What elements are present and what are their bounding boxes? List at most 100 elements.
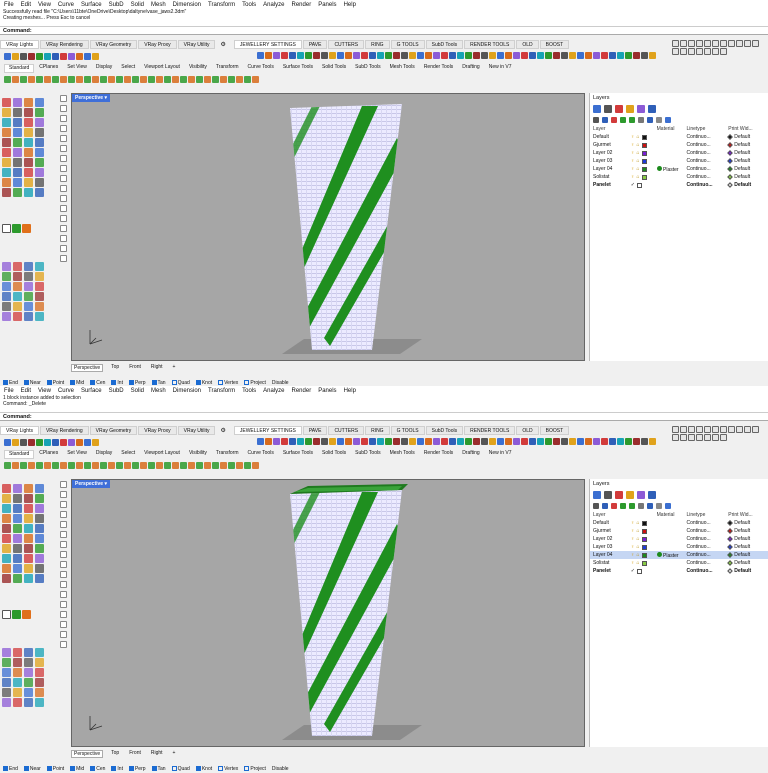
- standard-tool-icon[interactable]: [212, 461, 219, 469]
- curve-tool-icon[interactable]: [60, 561, 67, 568]
- viewport-tab[interactable]: Perspective: [71, 364, 104, 372]
- standard-tool-icon[interactable]: [148, 75, 155, 83]
- layer-name[interactable]: Layer 03: [593, 544, 631, 550]
- jewellery-tool-icon[interactable]: [377, 51, 384, 59]
- osnap-toggle[interactable]: Project: [244, 380, 266, 386]
- jewellery-tool-icon[interactable]: [345, 437, 352, 445]
- left-tool-icon[interactable]: [35, 668, 44, 677]
- layer-tool-icon[interactable]: [647, 503, 653, 509]
- viewport-tab[interactable]: Front: [127, 364, 143, 372]
- plugin-tab[interactable]: OLD: [516, 425, 539, 435]
- jewellery-tool-icon[interactable]: [625, 51, 632, 59]
- osnap-toggle[interactable]: Cen: [90, 766, 105, 772]
- layer-material[interactable]: Plaster: [656, 551, 687, 559]
- curve-tool-icon[interactable]: [60, 105, 67, 112]
- left-tool-icon[interactable]: [2, 564, 11, 573]
- curve-tool-icon[interactable]: [60, 571, 67, 578]
- checkbox-icon[interactable]: [195, 766, 201, 771]
- left-tool-icon[interactable]: [2, 688, 11, 697]
- standard-tool-icon[interactable]: [196, 75, 203, 83]
- menu-item[interactable]: Mesh: [151, 388, 166, 394]
- toolbar-tab[interactable]: VRay Geometry: [89, 425, 138, 435]
- standard-tool-icon[interactable]: [116, 75, 123, 83]
- plugin-tab[interactable]: RENDER TOOLS: [464, 425, 516, 435]
- layer-print-width[interactable]: Default: [727, 134, 768, 140]
- bulb-icon[interactable]: ♀: [631, 174, 635, 180]
- left-tool-icon[interactable]: [13, 98, 22, 107]
- curve-tool-icon[interactable]: [60, 631, 67, 638]
- add-viewport-icon[interactable]: +: [171, 364, 178, 372]
- checkbox-icon[interactable]: [90, 380, 96, 385]
- standard-tool-icon[interactable]: [148, 461, 155, 469]
- tool-tab[interactable]: Visibility: [185, 450, 211, 459]
- left-tool-icon[interactable]: [35, 128, 44, 137]
- left-tool-icon[interactable]: [35, 678, 44, 687]
- left-tool-icon[interactable]: [24, 524, 33, 533]
- menu-item[interactable]: Help: [344, 2, 356, 8]
- layer-print-width[interactable]: Default: [727, 166, 768, 172]
- jewellery-tool-icon[interactable]: [433, 437, 440, 445]
- jewellery-tool-icon[interactable]: [553, 437, 560, 445]
- left-tool-icon[interactable]: [13, 574, 22, 583]
- osnap-toggle[interactable]: Knot: [195, 766, 212, 772]
- osnap-toggle[interactable]: Quad: [171, 766, 190, 772]
- layer-row[interactable]: Solistat ♀ ⌂ Continuo... Default: [590, 559, 768, 567]
- vray-tool-icon[interactable]: [12, 52, 19, 60]
- layer-linetype[interactable]: Continuo...: [686, 552, 728, 558]
- jewellery-tool-icon[interactable]: [273, 437, 280, 445]
- jewellery-tool-icon[interactable]: [649, 51, 656, 59]
- jewellery-tool-icon[interactable]: [497, 51, 504, 59]
- layer-name[interactable]: Layer 02: [593, 150, 631, 156]
- left-tool-icon[interactable]: [24, 494, 33, 503]
- left-tool-icon[interactable]: [35, 272, 44, 281]
- left-tool-icon[interactable]: [35, 302, 44, 311]
- curve-tool-icon[interactable]: [60, 521, 67, 528]
- left-tool-icon[interactable]: [2, 272, 11, 281]
- curve-tool-icon[interactable]: [60, 255, 67, 262]
- left-tool-icon[interactable]: [13, 108, 22, 117]
- quick-tool-icon[interactable]: [688, 434, 695, 441]
- toolbar-tab[interactable]: VRay Utility: [177, 425, 216, 435]
- quick-tool-icon[interactable]: [736, 426, 743, 433]
- tool-tab[interactable]: Display: [92, 64, 116, 73]
- layer-name[interactable]: Layer 03: [593, 158, 631, 164]
- curve-tool-icon[interactable]: [60, 225, 67, 232]
- standard-tool-icon[interactable]: [108, 461, 115, 469]
- command-prompt[interactable]: Command:: [0, 26, 768, 35]
- curve-tool-icon[interactable]: [60, 481, 67, 488]
- plugin-tab[interactable]: SubD Tools: [425, 425, 464, 435]
- menu-item[interactable]: Curve: [58, 388, 74, 394]
- standard-tool-icon[interactable]: [252, 75, 259, 83]
- layer-linetype[interactable]: Continuo...: [686, 568, 728, 574]
- curve-tool-icon[interactable]: [60, 591, 67, 598]
- left-tool-icon[interactable]: [35, 108, 44, 117]
- checkbox-icon[interactable]: [128, 766, 134, 771]
- left-tool-icon[interactable]: [2, 188, 11, 197]
- left-tool-icon[interactable]: [13, 168, 22, 177]
- jewellery-tool-icon[interactable]: [617, 437, 624, 445]
- bulb-icon[interactable]: ♀: [631, 134, 635, 140]
- jewellery-tool-icon[interactable]: [441, 51, 448, 59]
- lock-icon[interactable]: ⌂: [637, 134, 640, 140]
- layer-name[interactable]: Panelet: [593, 568, 631, 574]
- standard-tool-icon[interactable]: [28, 75, 35, 83]
- left-tool-icon[interactable]: [24, 302, 33, 311]
- standard-tool-icon[interactable]: [68, 461, 75, 469]
- osnap-toggle[interactable]: Cen: [90, 380, 105, 386]
- layer-name[interactable]: Layer 04: [593, 552, 631, 558]
- layer-tool-icon[interactable]: [593, 117, 599, 123]
- osnap-toggle[interactable]: Near: [23, 380, 41, 386]
- plugin-tab[interactable]: OLD: [516, 39, 539, 49]
- left-tool-icon[interactable]: [24, 262, 33, 271]
- tool-tab[interactable]: Mesh Tools: [386, 64, 419, 73]
- standard-tool-icon[interactable]: [76, 75, 83, 83]
- jewellery-tool-icon[interactable]: [513, 437, 520, 445]
- checkbox-icon[interactable]: [218, 380, 224, 385]
- left-tool-icon[interactable]: [2, 138, 11, 147]
- plugin-tab[interactable]: CUTTERS: [328, 39, 365, 49]
- left-tool-icon[interactable]: [2, 668, 11, 677]
- tool-tab[interactable]: CPlanes: [35, 450, 62, 459]
- lock-icon[interactable]: ⌂: [637, 528, 640, 534]
- jewellery-tool-icon[interactable]: [257, 437, 264, 445]
- curve-tool-icon[interactable]: [60, 601, 67, 608]
